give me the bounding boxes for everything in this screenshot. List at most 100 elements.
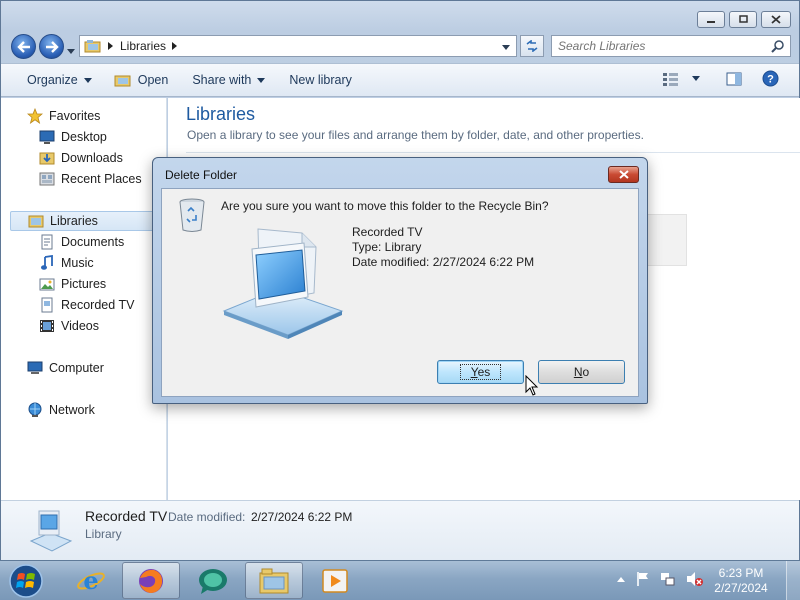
taskbar-firefox[interactable] xyxy=(122,562,180,599)
downloads-folder-icon xyxy=(39,152,55,165)
library-tile[interactable] xyxy=(642,214,687,266)
open-button[interactable]: Open xyxy=(106,68,177,92)
share-with-label: Share with xyxy=(192,73,252,87)
window-controls xyxy=(697,11,791,28)
volume-muted-icon[interactable] xyxy=(686,571,704,587)
nav-label: Network xyxy=(49,403,95,417)
folder-type: Type: Library xyxy=(352,240,422,254)
nav-recorded-tv[interactable]: Recorded TV xyxy=(39,295,134,315)
arrow-left-icon xyxy=(16,40,30,53)
minimize-button[interactable] xyxy=(697,11,725,28)
show-hidden-icons-icon[interactable] xyxy=(616,575,626,583)
network-icon xyxy=(28,402,42,417)
recorded-tv-library-icon xyxy=(29,510,73,552)
confirm-question: Are you sure you want to move this folde… xyxy=(221,199,549,213)
taskbar-internet-explorer[interactable]: e xyxy=(62,562,120,599)
view-controls: ? xyxy=(662,70,779,87)
back-button[interactable] xyxy=(11,34,36,59)
documents-icon xyxy=(41,234,53,250)
nav-label: Libraries xyxy=(50,214,98,228)
videos-icon xyxy=(40,320,54,332)
network-status-icon[interactable] xyxy=(660,571,676,587)
address-dropdown[interactable] xyxy=(502,39,510,53)
details-modified-value: 2/27/2024 6:22 PM xyxy=(251,510,353,524)
help-icon[interactable]: ? xyxy=(762,70,779,87)
nav-favorites[interactable]: Favorites xyxy=(27,106,100,126)
page-title: Libraries xyxy=(186,104,256,124)
details-name: Recorded TV xyxy=(85,508,168,524)
computer-icon xyxy=(27,361,43,374)
library-folder-icon xyxy=(114,75,131,87)
delete-folder-dialog: Delete Folder Are you sure you want to m… xyxy=(152,157,648,404)
forward-button[interactable] xyxy=(39,34,64,59)
dialog-close-button[interactable] xyxy=(608,166,639,183)
nav-label: Pictures xyxy=(61,277,107,291)
nav-documents[interactable]: Documents xyxy=(39,232,124,252)
address-bar[interactable]: Libraries xyxy=(79,35,517,57)
arrow-right-icon xyxy=(45,40,59,53)
close-button[interactable] xyxy=(761,11,791,28)
no-button[interactable]: No xyxy=(538,360,625,384)
search-icon[interactable] xyxy=(771,39,784,53)
chevron-right-icon[interactable] xyxy=(172,42,178,50)
restore-icon xyxy=(738,15,748,23)
maximize-button[interactable] xyxy=(729,11,757,28)
music-icon xyxy=(41,255,53,270)
recorded-tv-icon xyxy=(41,297,53,313)
recorded-tv-library-icon xyxy=(222,228,344,339)
yes-button-label: Yes xyxy=(459,364,502,380)
start-button[interactable] xyxy=(6,563,46,599)
nav-downloads[interactable]: Downloads xyxy=(39,148,123,168)
show-desktop-button[interactable] xyxy=(786,561,800,600)
taskbar-app-green[interactable] xyxy=(184,562,242,599)
nav-computer[interactable]: Computer xyxy=(27,358,104,378)
library-folder-icon xyxy=(84,40,101,53)
organize-button[interactable]: Organize xyxy=(19,68,100,92)
dialog-body: Are you sure you want to move this folde… xyxy=(161,188,639,397)
taskbar-windows-explorer[interactable] xyxy=(245,562,303,599)
chevron-down-icon xyxy=(257,77,266,83)
chevron-down-icon[interactable] xyxy=(692,76,700,81)
nav-network[interactable]: Network xyxy=(27,400,95,420)
header-divider xyxy=(186,152,800,153)
taskbar: e 6:23 PM 2/27/2024 xyxy=(0,560,800,600)
nav-music[interactable]: Music xyxy=(39,253,94,273)
nav-recent-places[interactable]: Recent Places xyxy=(39,169,142,189)
desktop-icon xyxy=(39,130,55,144)
details-modified-label: Date modified: xyxy=(168,510,246,524)
refresh-button[interactable] xyxy=(520,35,544,57)
title-bar[interactable] xyxy=(1,1,799,31)
chevron-down-icon xyxy=(67,49,75,54)
nav-videos[interactable]: Videos xyxy=(39,316,99,336)
chevron-down-icon xyxy=(502,45,510,50)
yes-button[interactable]: Yes xyxy=(437,360,524,384)
command-bar: Organize Open Share with New library ? xyxy=(1,63,799,97)
firefox-icon xyxy=(139,568,163,593)
dialog-title: Delete Folder xyxy=(165,168,238,182)
recent-pages-dropdown[interactable] xyxy=(67,43,75,57)
clock-time: 6:23 PM xyxy=(718,566,764,580)
clock[interactable]: 6:23 PM 2/27/2024 xyxy=(706,566,776,596)
minimize-icon xyxy=(707,20,715,23)
nav-label: Recent Places xyxy=(61,172,142,186)
nav-label: Computer xyxy=(49,361,104,375)
recycle-bin-icon xyxy=(179,198,205,232)
view-options-icon[interactable] xyxy=(662,72,680,86)
close-icon xyxy=(618,170,629,179)
action-center-flag-icon[interactable] xyxy=(636,571,650,587)
share-with-button[interactable]: Share with xyxy=(184,68,273,92)
organize-label: Organize xyxy=(27,73,78,87)
nav-desktop[interactable]: Desktop xyxy=(39,127,107,147)
mouse-pointer-icon xyxy=(525,375,539,396)
search-input[interactable] xyxy=(558,39,758,53)
no-button-label: No xyxy=(574,365,589,379)
system-tray xyxy=(616,571,704,587)
nav-pictures[interactable]: Pictures xyxy=(39,274,106,294)
address-row: Libraries xyxy=(1,33,799,61)
folder-name: Recorded TV xyxy=(352,225,423,239)
nav-libraries[interactable]: Libraries xyxy=(10,211,167,231)
new-library-button[interactable]: New library xyxy=(281,68,360,92)
taskbar-media-player[interactable] xyxy=(306,562,364,599)
breadcrumb-libraries[interactable]: Libraries xyxy=(120,39,166,53)
preview-pane-icon[interactable] xyxy=(726,72,742,86)
